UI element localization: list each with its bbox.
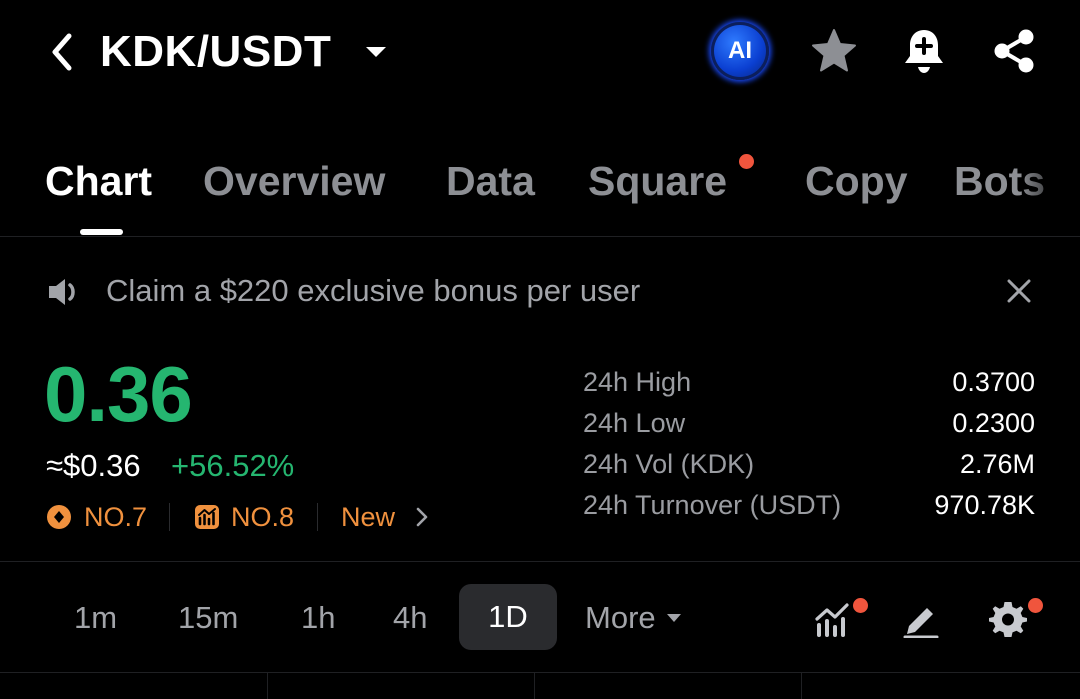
pencil-icon [903,608,939,638]
chart-settings-button[interactable] [986,597,1030,641]
hot-rank-label: NO.7 [84,501,148,532]
divider [0,236,1080,237]
interval-4h[interactable]: 4h [393,600,427,636]
stat-label-low: 24h Low [583,408,686,438]
speaker-icon [44,272,84,312]
stat-value-high: 0.3700 [952,367,1035,397]
share-button[interactable] [989,26,1039,76]
drawing-tools-button[interactable] [899,597,943,641]
divider [0,561,1080,562]
interval-1d[interactable]: 1D [459,584,557,650]
interval-1m[interactable]: 1m [74,600,117,636]
settings-notification-dot [1028,598,1043,613]
ai-label: AI [728,37,752,64]
interval-15m[interactable]: 15m [178,600,238,636]
indicators-icon [815,603,849,637]
price-alert-button[interactable] [899,26,949,76]
back-button[interactable] [40,30,84,74]
more-label: More [585,600,656,635]
last-price: 0.36 [44,350,193,438]
favorite-button[interactable] [809,26,859,76]
chart-grid-line [267,673,268,699]
tab-data[interactable]: Data [446,158,535,205]
new-listing-link[interactable]: New [341,500,429,534]
bell-plus-icon [905,30,943,73]
gainers-rank-badge[interactable]: NO.8 [194,500,294,534]
indicators-button[interactable] [812,597,856,641]
tab-chart[interactable]: Chart [45,158,152,205]
tab-overview[interactable]: Overview [203,158,385,205]
pair-title[interactable]: KDK/USDT [100,26,331,78]
stat-label-high: 24h High [583,367,692,397]
share-icon [994,29,1034,73]
chart-grid-line [801,673,802,699]
tab-square[interactable]: Square [588,158,727,205]
tab-bar: Chart Overview Data Square Copy Bots [0,140,1080,236]
active-tab-indicator [80,229,123,235]
chevron-right-icon [416,507,428,527]
gainers-rank-label: NO.8 [231,501,295,532]
rank-separator [169,503,170,531]
square-notification-dot [739,154,754,169]
stat-value-turnover: 970.78K [934,490,1035,520]
hot-rank-icon [47,505,71,529]
close-icon [1007,279,1031,303]
stat-value-volume: 2.76M [959,449,1035,479]
interval-1h[interactable]: 1h [301,600,335,636]
interval-1d-label: 1D [488,599,528,634]
more-intervals-button[interactable]: More [585,600,682,636]
hot-rank-badge[interactable]: NO.7 [46,500,147,534]
dropdown-caret-icon [666,614,681,622]
stat-value-low: 0.2300 [952,408,1035,438]
star-icon [812,29,856,72]
stat-label-volume: 24h Vol (KDK) [583,449,755,479]
rank-separator [317,503,318,531]
price-usd: ≈$0.36 [46,448,141,483]
banner-close-button[interactable] [998,270,1040,312]
price-change-percent: +56.52% [171,448,295,483]
pair-dropdown-button[interactable] [362,38,390,66]
divider [0,672,1080,673]
indicators-notification-dot [853,598,868,613]
stat-label-turnover: 24h Turnover (USDT) [583,490,842,520]
header: KDK/USDT AI [0,0,1080,110]
new-label: New [341,501,396,532]
gainers-rank-icon [195,505,219,529]
back-chevron-icon [52,33,72,71]
announcement-text[interactable]: Claim a $220 exclusive bonus per user [106,273,640,309]
dropdown-caret-icon [366,47,386,57]
ai-assistant-button[interactable]: AI [711,22,769,80]
tab-scroll-fade [1020,140,1080,236]
chart-grid-line [534,673,535,699]
tab-copy[interactable]: Copy [805,158,908,205]
gear-icon [989,602,1027,637]
